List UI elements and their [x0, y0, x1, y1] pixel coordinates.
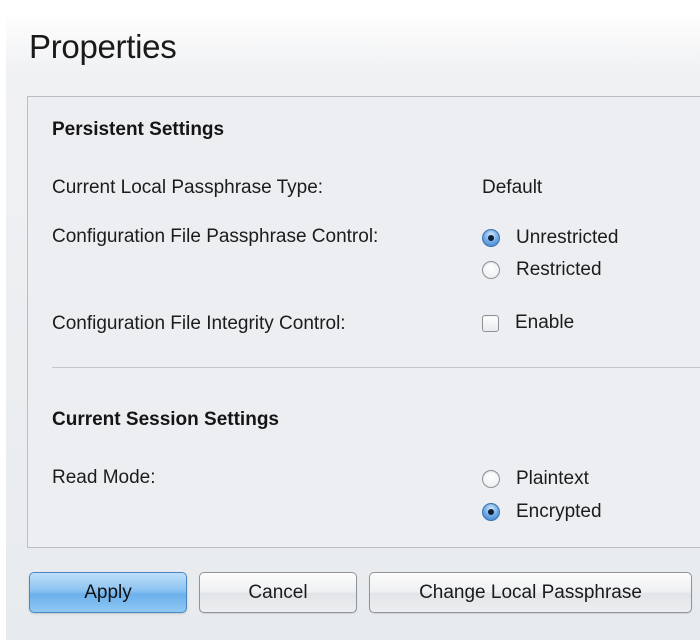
radio-encrypted-label[interactable]: Encrypted	[516, 501, 602, 523]
radio-unrestricted[interactable]: Unrestricted	[482, 227, 618, 249]
enable-checkbox[interactable]	[482, 314, 499, 332]
passphrase-type-label: Current Local Passphrase Type:	[52, 177, 324, 198]
session-settings-heading: Current Session Settings	[52, 409, 279, 430]
passphrase-type-value: Default	[482, 177, 543, 198]
section-divider	[52, 367, 700, 368]
radio-restricted-button[interactable]	[482, 261, 500, 279]
radio-unrestricted-button[interactable]	[482, 229, 500, 247]
enable-checkbox-label[interactable]: Enable	[515, 312, 574, 334]
radio-encrypted[interactable]: Encrypted	[482, 501, 602, 523]
integrity-enable-checkbox[interactable]: Enable	[482, 312, 574, 334]
cancel-button[interactable]: Cancel	[199, 572, 357, 613]
properties-panel: Persistent Settings Current Local Passph…	[27, 96, 700, 548]
radio-restricted[interactable]: Restricted	[482, 259, 602, 281]
page-title: Properties	[29, 28, 177, 65]
read-mode-label: Read Mode:	[52, 467, 156, 488]
radio-encrypted-button[interactable]	[482, 503, 500, 521]
radio-unrestricted-label[interactable]: Unrestricted	[516, 227, 618, 249]
radio-plaintext[interactable]: Plaintext	[482, 468, 589, 490]
radio-plaintext-button[interactable]	[482, 470, 500, 488]
change-local-passphrase-button[interactable]: Change Local Passphrase	[369, 572, 692, 613]
persistent-settings-heading: Persistent Settings	[52, 119, 225, 140]
radio-restricted-label[interactable]: Restricted	[516, 259, 602, 281]
integrity-control-label: Configuration File Integrity Control:	[52, 313, 346, 334]
passphrase-control-label: Configuration File Passphrase Control:	[52, 226, 379, 247]
radio-plaintext-label[interactable]: Plaintext	[516, 468, 589, 490]
apply-button[interactable]: Apply	[29, 572, 187, 613]
